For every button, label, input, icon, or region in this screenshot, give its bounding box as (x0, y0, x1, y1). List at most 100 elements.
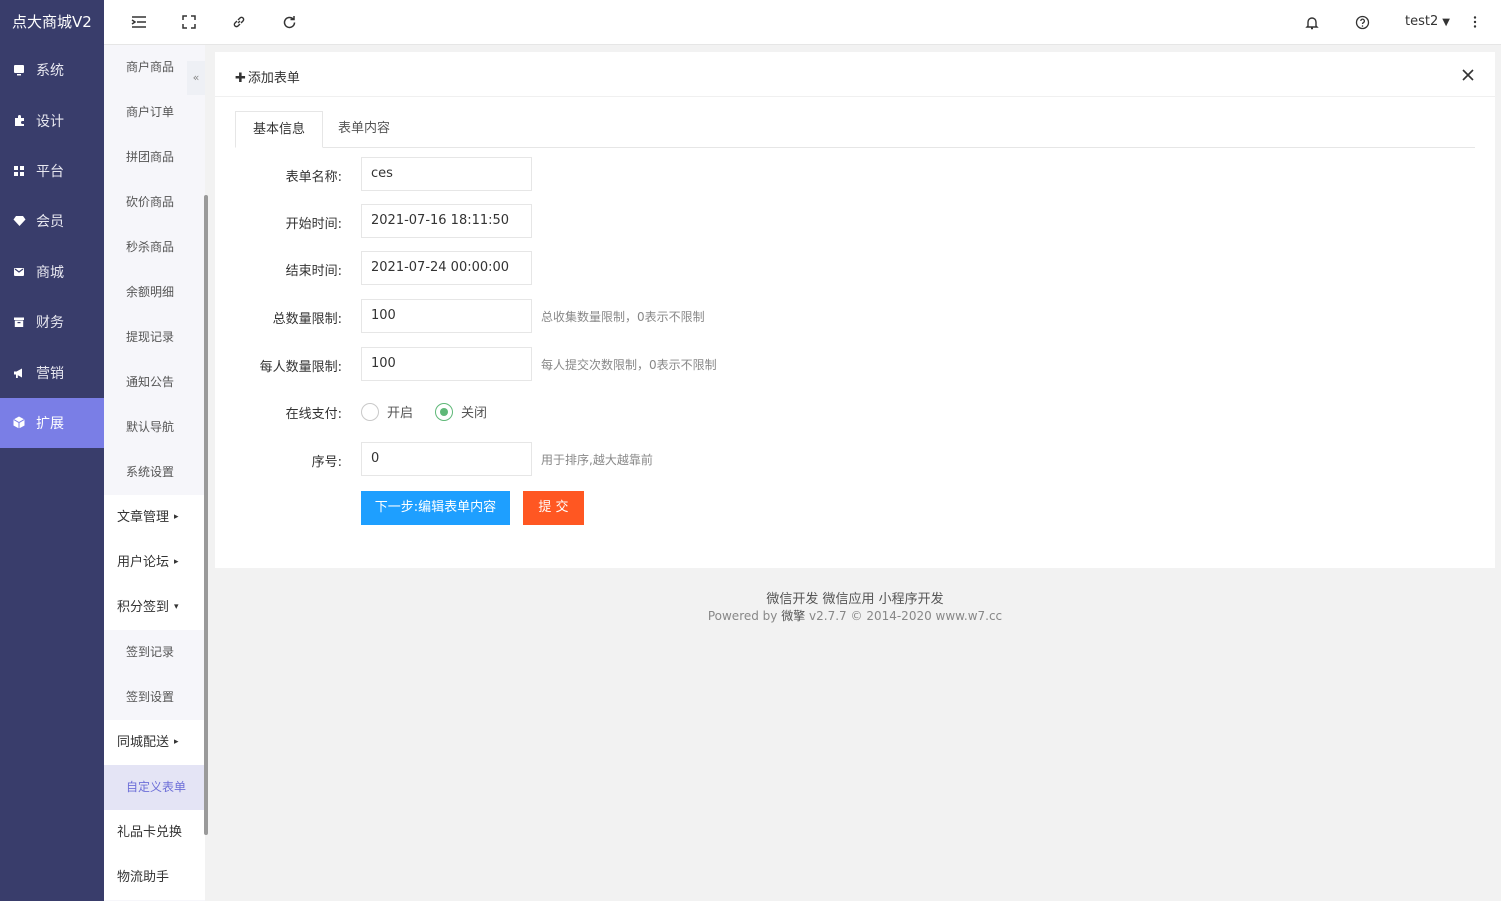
sub-nav-label: 系统设置 (126, 465, 175, 479)
sub-nav-item[interactable]: 默认导航 (104, 405, 205, 450)
form-row-name: 表单名称: ces (215, 157, 1495, 191)
sub-nav-label: 用户论坛 (117, 555, 170, 570)
sub-nav-item[interactable]: 砍价商品 (104, 180, 205, 225)
submit-button[interactable]: 提 交 (523, 491, 584, 525)
sub-nav-item[interactable]: 余额明细 (104, 270, 205, 315)
sub-nav-label: 签到记录 (126, 645, 175, 659)
link-icon[interactable] (230, 13, 248, 31)
top-bar: test2 ▼ (104, 0, 1501, 45)
radio-circle-icon (361, 402, 379, 421)
help-icon[interactable] (1353, 13, 1371, 31)
sub-nav-group[interactable]: 文章管理 ▸ (104, 495, 205, 540)
main-sidebar: 点大商城V2 系统设计平台会员商城财务 营销扩展 (0, 0, 104, 901)
close-icon[interactable] (1461, 68, 1475, 82)
fullscreen-icon[interactable] (180, 13, 198, 31)
per-limit-hint: 每人提交次数限制，0表示不限制 (541, 358, 717, 372)
submenu-scrollbar[interactable] (204, 195, 208, 835)
main-nav-item[interactable]: 会员 (0, 196, 104, 246)
main-nav-item[interactable]: 平台 (0, 146, 104, 196)
puzzle-icon (12, 114, 26, 128)
sub-nav-item[interactable]: 通知公告 (104, 360, 205, 405)
main-nav: 系统设计平台会员商城财务 营销扩展 (0, 45, 104, 449)
main-nav-item[interactable]: 系统 (0, 45, 104, 95)
collapse-submenu-button[interactable]: « (187, 61, 205, 95)
online-pay-on-radio[interactable]: 开启 (361, 402, 413, 421)
per-limit-input[interactable]: 100 (361, 347, 532, 381)
more-icon[interactable] (1466, 13, 1484, 31)
tab-basic-info[interactable]: 基本信息 (235, 111, 324, 148)
main-nav-item[interactable]: 设计 (0, 95, 104, 145)
sub-nav-label: 提现记录 (126, 330, 175, 344)
user-name: test2 (1405, 14, 1439, 29)
sub-nav-item[interactable]: 商户订单 (104, 90, 205, 135)
total-limit-input[interactable]: 100 (361, 299, 532, 333)
main-nav-label: 会员 (36, 214, 64, 231)
sub-nav-label: 秒杀商品 (126, 240, 175, 254)
sub-nav-group[interactable]: 积分签到 ▾ (104, 585, 205, 630)
user-menu[interactable]: test2 ▼ (1405, 14, 1450, 29)
sub-nav-label: 商户商品 (126, 60, 175, 74)
caret-down-icon: ▼ (1442, 17, 1450, 28)
sort-label: 序号: (311, 455, 342, 470)
refresh-icon[interactable] (280, 13, 298, 31)
main-nav-label: 商城 (36, 264, 64, 281)
footer-links: 微信开发 微信应用 小程序开发 (766, 592, 944, 607)
sub-nav-list: 商户商品商户订单拼团商品砍价商品秒杀商品余额明细提现记录通知公告 默认导航系统设置… (104, 45, 205, 900)
main-nav-item[interactable]: 商城 (0, 247, 104, 297)
sub-nav-item[interactable]: 系统设置 (104, 450, 205, 495)
monitor-icon (12, 63, 26, 77)
sort-input[interactable]: 0 (361, 442, 532, 476)
total-limit-hint: 总收集数量限制，0表示不限制 (541, 310, 705, 324)
main-nav-label: 平台 (36, 163, 64, 180)
sub-nav-item[interactable]: 自定义表单 (104, 765, 205, 810)
footer-brand: 微擎 (781, 609, 806, 623)
sub-nav-label: 拼团商品 (126, 150, 175, 164)
app-logo: 点大商城V2 (12, 13, 92, 31)
grid-icon (12, 164, 26, 178)
main-nav-label: 设计 (36, 113, 64, 130)
online-pay-on-label: 开启 (387, 406, 414, 421)
caret-right-icon: ▸ (174, 512, 179, 522)
sub-nav-label: 同城配送 (117, 735, 170, 750)
end-time-input[interactable]: 2021-07-24 00:00:00 (361, 251, 532, 285)
card-title-text: 添加表单 (247, 71, 300, 86)
sub-nav-label: 文章管理 (117, 510, 170, 525)
start-time-input[interactable]: 2021-07-16 18:11:50 (361, 204, 532, 238)
sub-nav-group[interactable]: 物流助手 (104, 855, 205, 900)
sub-nav-item[interactable]: 签到记录 (104, 630, 205, 675)
page-footer: 微信开发 微信应用 小程序开发 Powered by 微擎 v2.7.7 © 2… (215, 592, 1495, 624)
sub-nav-label: 商户订单 (126, 105, 175, 119)
sub-menu: 商户商品商户订单拼团商品砍价商品秒杀商品余额明细提现记录通知公告 默认导航系统设置… (104, 45, 205, 901)
card-header: ✚ 添加表单 (215, 52, 1495, 97)
footer-powered: Powered by (707, 609, 782, 623)
form-row-per-limit: 每人数量限制: 100 每人提交次数限制，0表示不限制 (215, 347, 1495, 381)
menu-toggle-icon[interactable] (130, 13, 148, 31)
sub-nav-group[interactable]: 礼品卡兑换 (104, 810, 205, 855)
diamond-icon (12, 214, 26, 228)
bell-icon[interactable] (1303, 13, 1321, 31)
form-tabs: 基本信息 表单内容 (235, 111, 1475, 148)
sub-nav-item[interactable]: 提现记录 (104, 315, 205, 360)
main-nav-label: 系统 (36, 63, 64, 80)
sub-nav-group[interactable]: 用户论坛 ▸ (104, 540, 205, 585)
sub-nav-item[interactable]: 签到设置 (104, 675, 205, 720)
sub-nav-group[interactable]: 同城配送 ▸ (104, 720, 205, 765)
online-pay-off-radio[interactable]: 关闭 (435, 402, 487, 421)
sub-nav-item[interactable]: 秒杀商品 (104, 225, 205, 270)
form-row-total-limit: 总数量限制: 100 总收集数量限制，0表示不限制 (215, 299, 1495, 333)
main-nav-item[interactable]: 营销 (0, 347, 104, 397)
caret-right-icon: ▸ (174, 737, 179, 747)
name-input[interactable]: ces (361, 157, 532, 191)
main-nav-label: 扩展 (36, 415, 64, 432)
next-step-button[interactable]: 下一步:编辑表单内容 (361, 491, 510, 525)
tab-form-content[interactable]: 表单内容 (321, 111, 407, 148)
main-nav-item[interactable]: 财务 (0, 297, 104, 347)
caret-down-icon: ▾ (174, 602, 179, 612)
radio-checked-icon (435, 402, 453, 421)
archive-icon (12, 315, 26, 329)
sub-nav-item[interactable]: 拼团商品 (104, 135, 205, 180)
form-row-start-time: 开始时间: 2021-07-16 18:11:50 (215, 204, 1495, 238)
main-nav-item[interactable]: 扩展 (0, 397, 104, 449)
card-title: ✚ 添加表单 (235, 67, 300, 86)
sort-hint: 用于排序,越大越靠前 (541, 453, 653, 467)
